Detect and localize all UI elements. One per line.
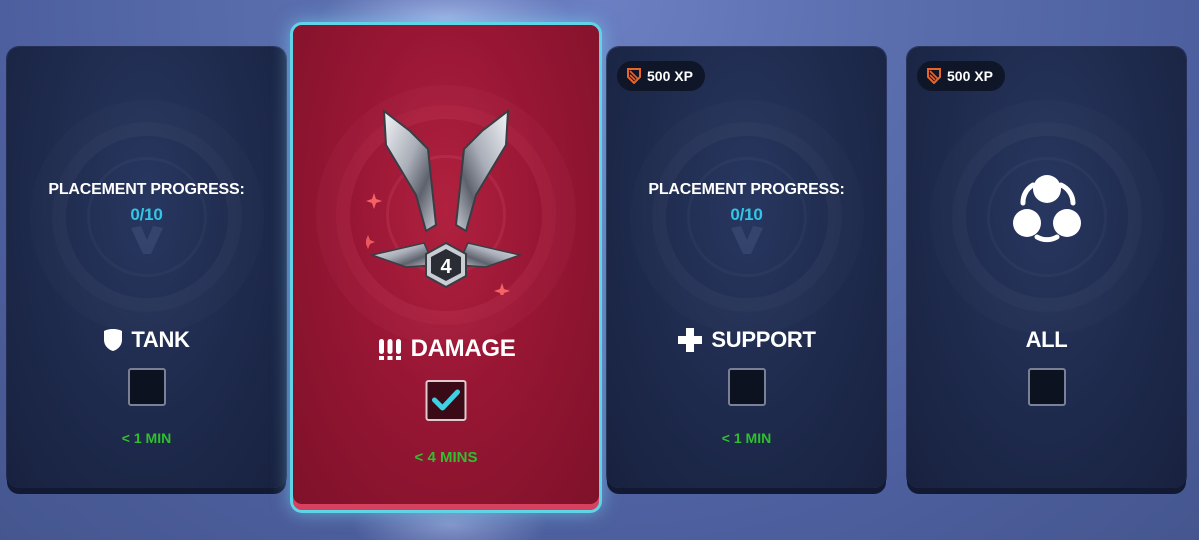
xp-badge: 500 XP xyxy=(617,61,705,91)
queue-checkbox-all[interactable] xyxy=(1027,368,1066,406)
xp-boost-icon xyxy=(627,68,641,84)
role-card-tank[interactable]: PLACEMENT PROGRESS: 0/10 TANK < 1 MIN xyxy=(7,47,286,488)
role-title: SUPPORT xyxy=(607,327,886,353)
queue-checkbox-support[interactable] xyxy=(727,368,766,406)
damage-bullets-icon xyxy=(378,339,401,360)
placement-label: PLACEMENT PROGRESS: xyxy=(648,181,845,198)
plus-cross-icon xyxy=(678,328,703,352)
role-title: TANK xyxy=(7,327,286,353)
role-label: SUPPORT xyxy=(711,327,816,352)
placement-value: 0/10 xyxy=(130,205,163,224)
xp-value: 500 XP xyxy=(947,68,993,84)
ghost-rank-icon xyxy=(730,226,763,254)
placement-label: PLACEMENT PROGRESS: xyxy=(48,181,245,198)
role-label: DAMAGE xyxy=(410,335,516,362)
role-title: DAMAGE xyxy=(293,335,599,363)
placement-progress: PLACEMENT PROGRESS: 0/10 xyxy=(607,181,886,225)
wait-time: < 4 MINS xyxy=(414,449,478,466)
queue-checkbox-damage[interactable] xyxy=(425,380,467,421)
role-card-damage[interactable]: 4 DAMAGE < 4 MINS xyxy=(290,22,602,513)
xp-value: 500 XP xyxy=(647,68,693,84)
rank-emblem-icon: 4 xyxy=(366,108,523,295)
role-card-support[interactable]: 500 XP PLACEMENT PROGRESS: 0/10 SUPPORT … xyxy=(607,47,886,488)
role-card-all[interactable]: 500 XP ALL xyxy=(907,47,1186,488)
ghost-rank-icon xyxy=(130,226,163,254)
shield-icon xyxy=(104,329,123,351)
role-label: ALL xyxy=(1025,327,1068,352)
wait-time: < 1 MIN xyxy=(121,430,172,446)
all-roles-icon xyxy=(1012,175,1081,243)
role-label: TANK xyxy=(131,327,190,352)
queue-checkbox-tank[interactable] xyxy=(127,368,166,406)
wait-time: < 1 MIN xyxy=(721,430,772,446)
rank-tier: 4 xyxy=(440,256,452,278)
placement-progress: PLACEMENT PROGRESS: 0/10 xyxy=(7,181,286,225)
checkmark-icon xyxy=(432,389,460,411)
xp-badge: 500 XP xyxy=(917,61,1005,91)
placement-value: 0/10 xyxy=(730,205,763,224)
role-title: ALL xyxy=(907,327,1186,353)
xp-boost-icon xyxy=(927,68,941,84)
